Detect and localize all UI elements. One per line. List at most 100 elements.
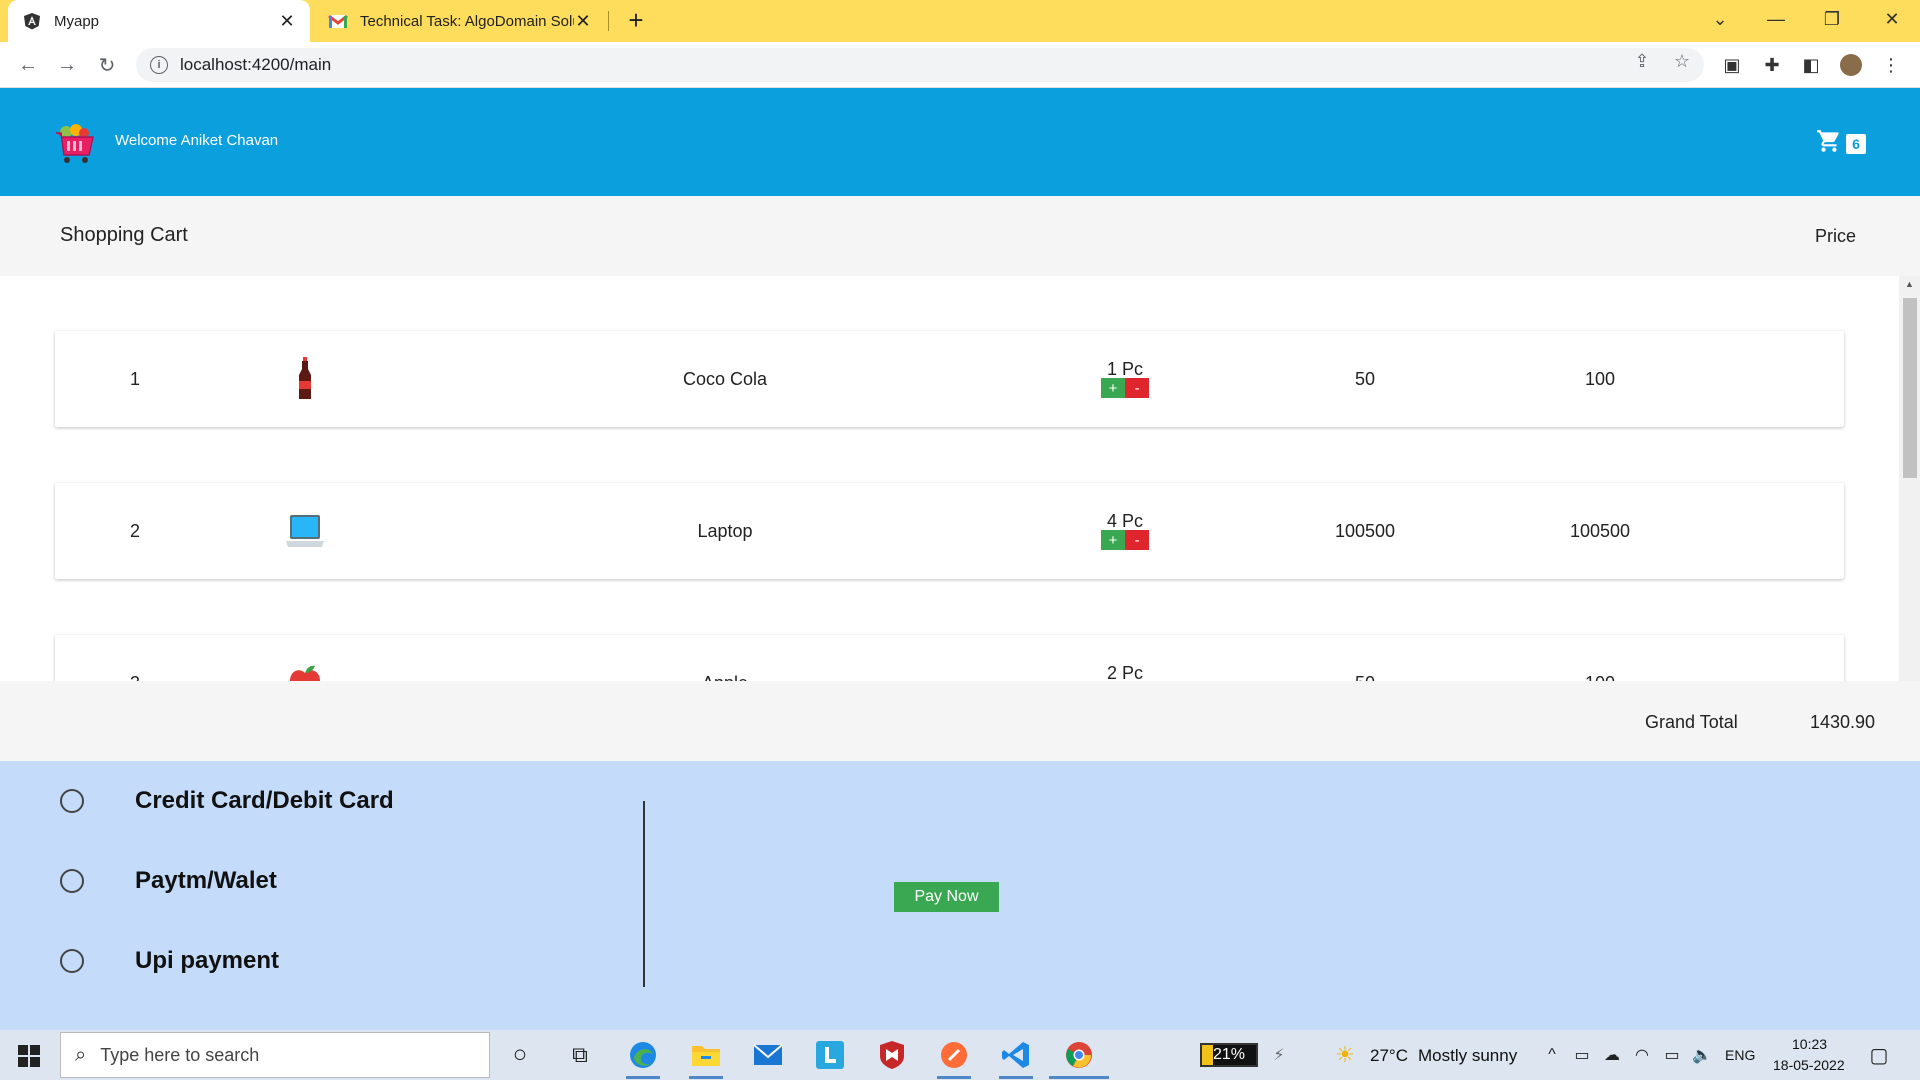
payment-divider xyxy=(643,801,645,987)
restore-icon[interactable]: ❐ xyxy=(1804,0,1860,38)
bookmark-star-icon[interactable]: ☆ xyxy=(1671,50,1693,72)
payment-option-label: Upi payment xyxy=(135,947,280,974)
cart-count-badge: 6 xyxy=(1846,133,1866,154)
cart-item: 2 Laptop 4 Pc + - 100500 100500 xyxy=(55,483,1844,579)
profile-avatar-icon[interactable] xyxy=(1840,54,1862,76)
browser-tab-bar: Myapp ✕ Technical Task: AlgoDomain Solu … xyxy=(0,0,1920,42)
cortana-icon[interactable]: ○ xyxy=(503,1038,537,1072)
windows-taskbar: ⌕ Type here to search ○ ⧉ 21% ⚡ ☀ 27°C M… xyxy=(0,1030,1920,1080)
clock-time[interactable]: 10:23 xyxy=(1792,1036,1827,1052)
quantity-stepper: 2 Pc + - xyxy=(1085,635,1165,681)
weather-sunny-icon[interactable]: ☀ xyxy=(1328,1038,1362,1072)
decrease-quantity-button[interactable]: - xyxy=(1125,530,1149,550)
tab-gmail[interactable]: Technical Task: AlgoDomain Solu ✕ xyxy=(314,0,606,42)
welcome-text: Welcome Aniket Chavan xyxy=(115,132,279,149)
payment-section: Credit Card/Debit Card Paytm/Walet Upi p… xyxy=(0,761,1920,1030)
pay-now-button[interactable]: Pay Now xyxy=(894,882,999,912)
tab-search-chevron-icon[interactable]: ⌄ xyxy=(1692,0,1748,38)
cart-button[interactable]: 6 xyxy=(1816,128,1866,159)
item-rate: 50 xyxy=(1295,635,1435,682)
radio-button[interactable] xyxy=(60,949,84,973)
item-index: 1 xyxy=(129,368,140,389)
chevron-up-icon[interactable]: ^ xyxy=(1535,1038,1569,1072)
page-title: Shopping Cart xyxy=(60,224,188,246)
close-icon[interactable]: ✕ xyxy=(574,11,592,31)
weather-description[interactable]: Mostly sunny xyxy=(1418,1046,1517,1066)
quantity-stepper: 4 Pc + - xyxy=(1085,483,1165,579)
item-rate: 50 xyxy=(1354,368,1376,389)
meet-now-icon[interactable]: ▭ xyxy=(1565,1038,1599,1072)
postman-icon[interactable] xyxy=(937,1038,971,1072)
menu-dots-icon[interactable]: ⋮ xyxy=(1880,54,1902,76)
reload-icon[interactable]: ↻ xyxy=(93,51,121,79)
task-view-icon[interactable]: ⧉ xyxy=(563,1038,597,1072)
weather-temperature[interactable]: 27°C xyxy=(1370,1046,1408,1066)
new-tab-icon[interactable]: + xyxy=(622,5,650,35)
increase-quantity-button[interactable]: + xyxy=(1101,530,1125,550)
scrollbar-thumb[interactable] xyxy=(1903,298,1917,478)
edge-browser-icon[interactable] xyxy=(626,1038,660,1072)
increase-quantity-button[interactable]: + xyxy=(1101,378,1125,398)
payment-option-label: Paytm/Walet xyxy=(135,867,277,894)
windows-start-icon[interactable] xyxy=(18,1045,40,1067)
active-app-indicator xyxy=(999,1076,1033,1079)
payment-option-card[interactable]: Credit Card/Debit Card xyxy=(60,787,394,814)
side-panel-icon[interactable]: ◧ xyxy=(1800,54,1822,76)
item-name: Laptop xyxy=(697,520,753,541)
forward-icon[interactable]: → xyxy=(53,51,81,79)
clock-date[interactable]: 18-05-2022 xyxy=(1773,1057,1845,1073)
mcafee-shield-icon[interactable] xyxy=(875,1038,909,1072)
tab-myapp[interactable]: Myapp ✕ xyxy=(8,0,310,42)
cart-list-scrollbar[interactable]: ▲ xyxy=(1899,276,1920,681)
site-info-icon[interactable]: i xyxy=(150,56,168,74)
item-quantity: 2 Pc xyxy=(1106,663,1144,681)
chrome-icon[interactable] xyxy=(1062,1038,1096,1072)
power-plug-icon: ⚡ xyxy=(1273,1047,1285,1064)
item-total: 100 xyxy=(1584,368,1616,389)
minimize-icon[interactable]: — xyxy=(1748,0,1804,38)
cart-item: 3 Apple 2 Pc + - 50 100 xyxy=(55,635,1844,681)
back-icon[interactable]: ← xyxy=(14,51,42,79)
language-indicator[interactable]: ENG xyxy=(1725,1047,1755,1063)
extensions-icon[interactable]: ✚ xyxy=(1761,54,1783,76)
apple-icon xyxy=(275,635,335,681)
l-app-icon[interactable] xyxy=(813,1038,847,1072)
onedrive-icon[interactable]: ☁ xyxy=(1595,1038,1629,1072)
share-icon[interactable]: ⇪ xyxy=(1631,50,1653,72)
item-index: 3 xyxy=(115,635,155,682)
wifi-icon[interactable]: ◠ xyxy=(1625,1038,1659,1072)
mail-icon[interactable] xyxy=(751,1038,785,1072)
price-column-heading: Price xyxy=(1815,226,1857,246)
scroll-up-arrow-icon[interactable]: ▲ xyxy=(1899,276,1920,292)
payment-option-wallet[interactable]: Paytm/Walet xyxy=(60,867,277,894)
taskbar-search-input[interactable]: ⌕ Type here to search xyxy=(60,1032,490,1078)
notification-icon[interactable]: ▢ xyxy=(1862,1038,1896,1072)
volume-icon[interactable]: 🔈 xyxy=(1685,1038,1719,1072)
battery-status-icon[interactable]: ▭ xyxy=(1655,1038,1689,1072)
cart-icon xyxy=(1816,128,1842,159)
decrease-quantity-button[interactable]: - xyxy=(1125,378,1149,398)
payment-option-upi[interactable]: Upi payment xyxy=(60,947,279,974)
item-rate: 100500 xyxy=(1334,520,1396,541)
address-bar[interactable]: i localhost:4200/main xyxy=(136,48,1704,82)
app-header: Welcome Aniket Chavan 6 xyxy=(0,88,1920,196)
item-quantity: 1 Pc xyxy=(1106,359,1144,379)
vscode-icon[interactable] xyxy=(999,1038,1033,1072)
cart-header-bar: Shopping Cart Price xyxy=(0,196,1920,276)
quantity-stepper: 1 Pc + - xyxy=(1085,331,1165,427)
close-window-icon[interactable]: ✕ xyxy=(1864,0,1920,38)
battery-fill xyxy=(1202,1045,1214,1065)
close-icon[interactable]: ✕ xyxy=(278,11,296,31)
file-explorer-icon[interactable] xyxy=(689,1038,723,1072)
reader-icon[interactable]: ▣ xyxy=(1721,54,1743,76)
search-icon: ⌕ xyxy=(75,1043,87,1066)
battery-percent: 21% xyxy=(1212,1046,1246,1063)
shopping-cart-logo-icon xyxy=(52,121,96,165)
radio-button[interactable] xyxy=(60,789,84,813)
radio-button[interactable] xyxy=(60,869,84,893)
cart-items-list[interactable]: 1 Coco Cola 1 Pc + - 50 100 2 Laptop 4 P… xyxy=(0,276,1920,681)
battery-indicator[interactable]: 21% xyxy=(1200,1043,1258,1067)
grand-total-bar: Grand Total 1430.90 xyxy=(0,681,1920,761)
payment-option-label: Credit Card/Debit Card xyxy=(135,787,394,814)
active-app-indicator xyxy=(1049,1076,1109,1079)
